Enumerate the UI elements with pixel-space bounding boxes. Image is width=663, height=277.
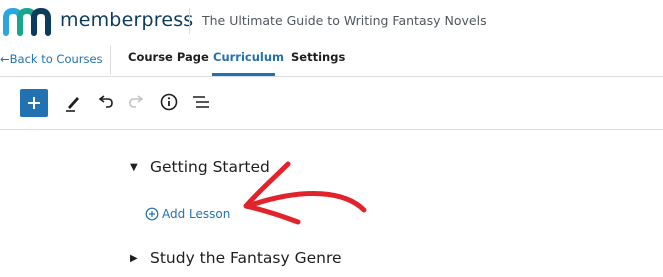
tab-curriculum[interactable]: Curriculum — [213, 50, 284, 64]
plus-icon — [28, 97, 40, 109]
plus-circle-icon — [145, 207, 159, 221]
header-divider — [189, 8, 190, 34]
caret-down-icon: ▼ — [130, 162, 138, 173]
memberpress-logo-icon[interactable] — [2, 6, 54, 36]
tab-course-page[interactable]: Course Page — [128, 50, 209, 64]
course-nav: ←Back to Courses Course Page Curriculum … — [0, 42, 663, 76]
undo-icon[interactable] — [94, 91, 116, 113]
add-block-button[interactable] — [20, 89, 48, 117]
section-study-fantasy-genre[interactable]: ▶ Study the Fantasy Genre — [130, 249, 342, 267]
redo-icon[interactable] — [126, 91, 148, 113]
section-title: Study the Fantasy Genre — [150, 249, 342, 267]
nav-divider — [110, 46, 111, 74]
editor-toolbar — [0, 76, 663, 130]
pencil-icon[interactable] — [62, 91, 84, 113]
add-lesson-button[interactable]: Add Lesson — [145, 207, 230, 221]
annotation-arrow-icon — [243, 161, 367, 225]
course-title: The Ultimate Guide to Writing Fantasy No… — [202, 13, 487, 28]
tab-settings[interactable]: Settings — [291, 50, 345, 64]
info-icon[interactable] — [158, 91, 180, 113]
back-to-courses-link[interactable]: ←Back to Courses — [0, 52, 103, 66]
add-lesson-label: Add Lesson — [162, 207, 231, 221]
app-header: memberpress The Ultimate Guide to Writin… — [0, 0, 663, 42]
list-view-icon[interactable] — [190, 91, 212, 113]
brand-name: memberpress — [60, 9, 194, 31]
caret-right-icon: ▶ — [130, 253, 138, 264]
